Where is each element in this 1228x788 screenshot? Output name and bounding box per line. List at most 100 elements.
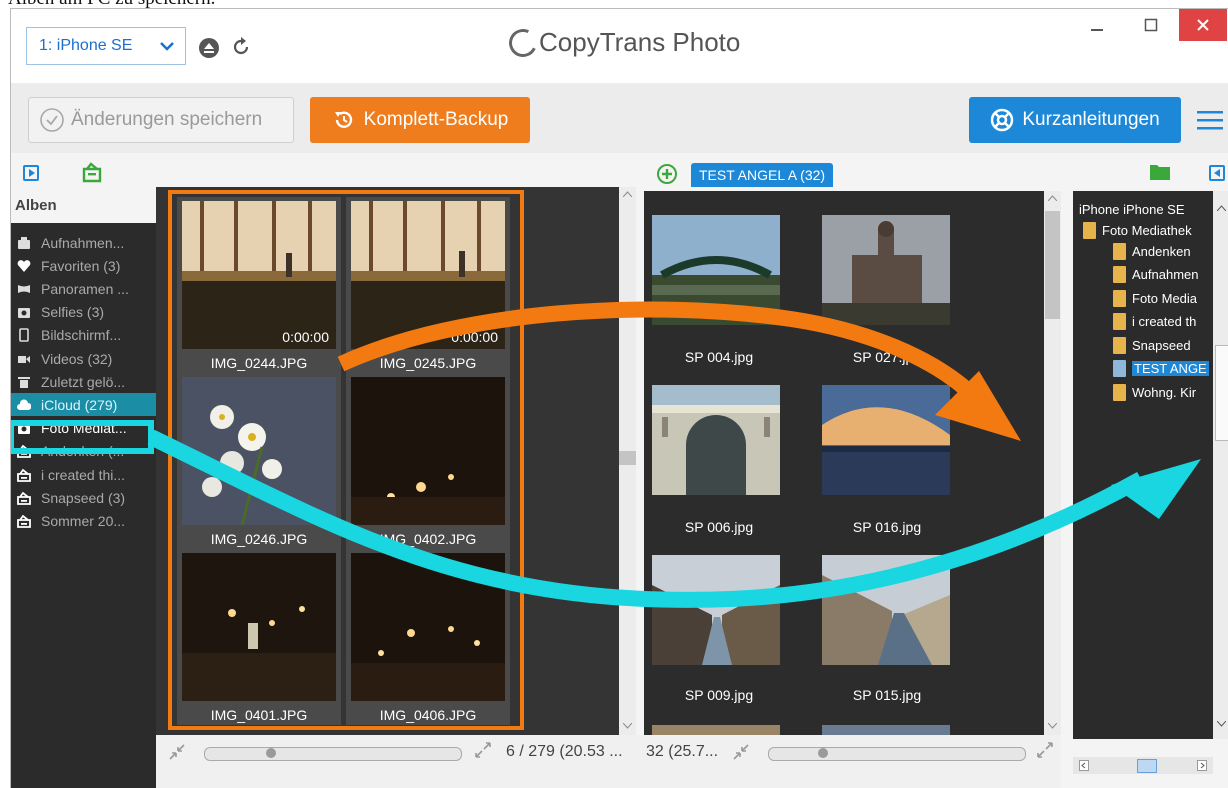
tree-node-library[interactable]: Foto Mediathek — [1083, 220, 1192, 240]
photo-thumb[interactable] — [652, 725, 780, 735]
tree-hscroll-thumb[interactable] — [1137, 759, 1157, 773]
tree-root[interactable]: iPhone iPhone SE — [1079, 199, 1185, 219]
add-icon[interactable] — [656, 163, 678, 185]
save-changes-button[interactable]: Änderungen speichern — [28, 97, 294, 143]
scroll-up-icon — [623, 191, 632, 197]
scroll-up-icon — [1048, 195, 1057, 201]
albums-heading: Alben — [15, 197, 57, 214]
zoom-out-icon[interactable] — [168, 743, 186, 761]
photo-thumb[interactable] — [822, 385, 950, 495]
tree-node-album[interactable]: Foto Media — [1113, 288, 1197, 308]
sidebar-item-album[interactable]: Aufnahmen... — [11, 231, 156, 254]
sidebar-item-album[interactable]: Panoramen ... — [11, 277, 156, 300]
sidebar-item-label: Andenken (... — [41, 443, 125, 460]
photo-filename: SP 015.jpg — [852, 687, 922, 703]
close-icon — [1197, 19, 1209, 31]
scroll-down-icon — [1217, 721, 1226, 727]
tree-scrollbar[interactable] — [1213, 191, 1228, 739]
selfie-camera-icon — [17, 305, 31, 319]
tree-node-album[interactable]: Wohng. Kir — [1113, 382, 1196, 402]
folder-icon — [1113, 360, 1126, 377]
minimize-button[interactable] — [1073, 9, 1121, 41]
photo-thumb[interactable] — [652, 215, 780, 325]
minimize-icon — [1091, 29, 1103, 31]
sidebar-item-album[interactable]: Favoriten (3) — [11, 254, 156, 277]
tree-library-label: Foto Mediathek — [1102, 222, 1192, 238]
app-title: CopyTrans Photo — [505, 24, 740, 61]
folder-icon — [1113, 266, 1126, 283]
sidebar-item-album[interactable]: Foto Mediat... — [11, 417, 156, 440]
zoom-out-icon[interactable] — [732, 743, 750, 761]
tree-node-label: i created th — [1132, 314, 1197, 329]
tree-node-album[interactable]: Andenken — [1113, 241, 1191, 261]
hamburger-menu-icon[interactable] — [1197, 109, 1223, 131]
album-grid-footer: 32 (25.7... — [636, 735, 1061, 788]
maximize-button[interactable] — [1127, 9, 1175, 41]
device-selector-label: 1: iPhone SE — [39, 37, 133, 54]
tree-node-album[interactable]: TEST ANGE — [1113, 359, 1209, 379]
album-zoom-slider[interactable] — [768, 747, 1026, 761]
maximize-icon — [1144, 18, 1158, 32]
app-window: 1: iPhone SE CopyTrans Photo Änderungen … — [10, 8, 1228, 788]
album-tab-bar: TEST ANGEL A (32) — [636, 157, 1201, 189]
sidebar-item-album[interactable]: Snapseed (3) — [11, 486, 156, 509]
left-grid-status: 6 / 279 (20.53 ... — [506, 743, 623, 760]
tree-node-album[interactable]: i created th — [1113, 312, 1196, 332]
zoom-in-icon[interactable] — [474, 741, 492, 759]
eject-icon[interactable] — [198, 37, 220, 59]
tree-scroll-thumb[interactable] — [1215, 345, 1228, 441]
photo-thumb[interactable] — [652, 555, 780, 665]
folder-icon — [1113, 242, 1126, 260]
tab-album[interactable]: TEST ANGEL A (32) — [691, 163, 834, 187]
sidebar-item-album[interactable]: Sommer 20... — [11, 509, 156, 532]
album-icon — [17, 491, 31, 505]
photo-thumb[interactable] — [822, 725, 950, 735]
left-zoom-slider[interactable] — [204, 747, 462, 761]
sidebar-item-album[interactable]: Bildschirmf... — [11, 324, 156, 347]
device-selector[interactable]: 1: iPhone SE — [26, 27, 186, 65]
chevron-down-icon — [160, 42, 174, 51]
quick-guides-button[interactable]: Kurzanleitungen — [969, 97, 1181, 143]
sidebar-item-label: Videos (32) — [41, 350, 113, 367]
sidebar-item-album[interactable]: i created thi... — [11, 463, 156, 486]
album-icon — [17, 514, 31, 528]
album-grid-scroll-thumb[interactable] — [1045, 211, 1060, 319]
close-button[interactable] — [1179, 9, 1227, 41]
photo-filename: SP 009.jpg — [684, 687, 754, 703]
left-zoom-slider-knob[interactable] — [266, 748, 276, 758]
tree-node-album[interactable]: Snapseed — [1113, 335, 1191, 355]
sidebar-item-label: Snapseed (3) — [41, 489, 126, 506]
copytrans-logo-icon — [505, 24, 541, 61]
tree-node-label: Snapseed — [1132, 337, 1191, 353]
phone-screenshot-icon — [17, 328, 31, 343]
album-photo-grid: SP 004.jpg SP 027.jpg SP 006.jpg SP 016.… — [644, 191, 1044, 735]
album-grid-scrollbar[interactable] — [1044, 191, 1061, 735]
camera-icon — [17, 421, 31, 435]
collapse-right-panel-icon[interactable] — [1209, 165, 1225, 181]
zoom-in-icon[interactable] — [1036, 741, 1054, 759]
pc-folder-tree: iPhone iPhone SE Foto Mediathek Andenken… — [1073, 191, 1213, 739]
sidebar-item-album[interactable]: Andenken (... — [11, 440, 156, 463]
left-grid-scrollbar[interactable] — [619, 187, 636, 735]
refresh-icon[interactable] — [230, 36, 252, 58]
album-icon — [17, 468, 31, 482]
sidebar-item-album[interactable]: Videos (32) — [11, 347, 156, 370]
photo-thumb[interactable] — [822, 555, 950, 665]
backup-history-icon — [334, 111, 352, 128]
photo-thumb[interactable] — [822, 215, 950, 325]
left-grid-scroll-thumb[interactable] — [619, 451, 636, 465]
photo-thumb[interactable] — [652, 385, 780, 495]
full-backup-label: Komplett-Backup — [363, 109, 509, 130]
collapse-left-panel-icon[interactable] — [23, 165, 39, 181]
save-changes-label: Änderungen speichern — [71, 109, 263, 130]
sidebar-item-album[interactable]: iCloud (279) — [11, 393, 156, 417]
sidebar-item-label: Aufnahmen... — [41, 234, 125, 251]
sidebar-item-album[interactable]: Zuletzt gelö... — [11, 370, 156, 393]
tree-horizontal-scrollbar[interactable] — [1073, 757, 1213, 774]
sidebar-item-album[interactable]: Selfies (3) — [11, 301, 156, 324]
tree-root-label: iPhone iPhone SE — [1079, 201, 1185, 217]
tree-node-album[interactable]: Aufnahmen — [1113, 265, 1199, 285]
new-album-icon[interactable] — [81, 161, 103, 183]
full-backup-button[interactable]: Komplett-Backup — [310, 97, 530, 143]
album-zoom-slider-knob[interactable] — [817, 748, 828, 758]
